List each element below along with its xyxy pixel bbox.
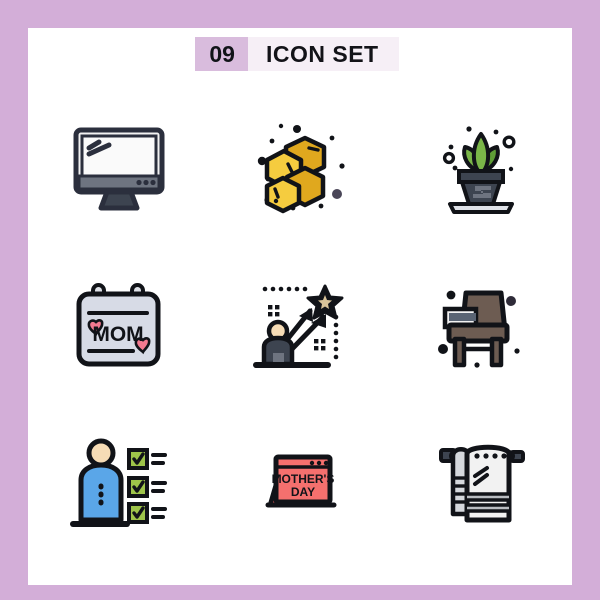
icon-cell-mom-calendar[interactable]: MOM — [28, 245, 209, 402]
card-text-line1: MOTHER'S — [272, 472, 335, 486]
icon-grid: MOM MOTHER'S DAY — [28, 88, 572, 558]
set-number: 09 — [195, 37, 248, 71]
potted-plant-icon — [443, 126, 516, 215]
computer-monitor-icon — [73, 127, 165, 211]
header-badge: 09 ICON SET — [195, 37, 399, 71]
card-text-line2: DAY — [291, 485, 315, 499]
icon-cell-honeycomb[interactable] — [209, 88, 390, 245]
icon-cell-school-desk[interactable] — [391, 245, 572, 402]
icon-cell-computer-monitor[interactable] — [28, 88, 209, 245]
honeycomb-icon — [257, 124, 345, 214]
icon-set-canvas: 09 ICON SET MOM MOTHER'S DAY — [28, 28, 572, 585]
ambition-goal-icon — [252, 284, 344, 368]
icon-cell-mothers-day-card[interactable]: MOTHER'S DAY — [209, 401, 390, 558]
header: 09 ICON SET — [28, 28, 572, 80]
mothers-day-card-icon: MOTHER'S DAY — [265, 454, 337, 508]
icon-cell-person-checklist[interactable] — [28, 401, 209, 558]
towel-rail-icon — [439, 444, 526, 523]
icon-cell-potted-plant[interactable] — [391, 88, 572, 245]
calendar-text: MOM — [92, 323, 143, 346]
mom-calendar-icon: MOM — [76, 282, 161, 367]
school-desk-icon — [438, 290, 520, 368]
page-title: ICON SET — [247, 37, 399, 71]
icon-cell-ambition-goal[interactable] — [209, 245, 390, 402]
person-checklist-icon — [69, 438, 167, 527]
icon-cell-towel-rail[interactable] — [391, 401, 572, 558]
